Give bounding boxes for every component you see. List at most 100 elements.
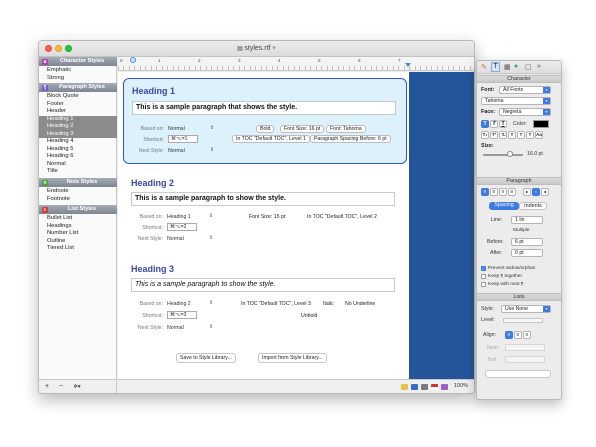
sidebar-item-footnote[interactable]: Footnote xyxy=(39,196,117,204)
zoom-level[interactable]: 100% xyxy=(454,383,468,389)
next-style-select[interactable]: Normal xyxy=(167,325,184,331)
list-text-field[interactable] xyxy=(505,356,545,363)
kerning-toggle[interactable]: T xyxy=(526,131,534,139)
sidebar-item-title[interactable]: Title xyxy=(39,168,117,176)
next-style-select[interactable]: Normal xyxy=(168,148,185,154)
font-collection-select[interactable]: All Fonts ▾ xyxy=(499,86,551,94)
superscript-toggle[interactable]: T² xyxy=(490,131,498,139)
italic-toggle[interactable]: T xyxy=(490,120,498,128)
text-direction-button[interactable]: ▸ xyxy=(523,188,531,196)
add-style-button[interactable]: + xyxy=(41,383,53,391)
import-from-style-library-button[interactable]: Import from Style Library... xyxy=(258,353,327,363)
list-stepper[interactable] xyxy=(485,370,551,378)
size-slider[interactable] xyxy=(483,154,523,156)
sidebar-item-outline[interactable]: Outline xyxy=(39,238,117,246)
text-direction-active-button[interactable]: ▪ xyxy=(532,188,540,196)
left-indent-marker[interactable] xyxy=(130,57,136,63)
text-format-icon[interactable]: T xyxy=(491,62,500,72)
line-mode-select[interactable]: Multiple xyxy=(513,228,530,233)
style-tag[interactable]: Italic xyxy=(323,301,334,307)
style-tag[interactable]: In TOC "Default TOC", Level 1 xyxy=(232,135,310,143)
sidebar-item-heading-4[interactable]: Heading 4 xyxy=(39,138,117,146)
sidebar-item-heading-2[interactable]: Heading 2 xyxy=(39,123,117,131)
list-align-center-button[interactable]: ≡ xyxy=(514,331,522,339)
size-value[interactable]: 16.0 pt xyxy=(527,151,543,157)
pencil-icon[interactable]: ✎ xyxy=(481,63,487,71)
style-tag[interactable]: Paragraph Spacing Before: 6 pt xyxy=(310,135,391,143)
list-style-select[interactable]: Use None ▾ xyxy=(501,305,551,313)
bold-toggle[interactable]: T xyxy=(481,120,489,128)
sidebar-item-footer[interactable]: Footer xyxy=(39,101,117,109)
style-tag[interactable]: In TOC "Default TOC", Level 3 xyxy=(241,301,311,307)
underline-toggle[interactable]: T xyxy=(499,120,507,128)
sidebar-item-endnote[interactable]: Endnote xyxy=(39,188,117,196)
shadow-toggle[interactable]: T xyxy=(517,131,525,139)
text-color-swatch[interactable] xyxy=(533,120,549,128)
size-slider-thumb[interactable] xyxy=(507,151,513,157)
character-section-header[interactable]: Character xyxy=(477,75,561,83)
before-value-field[interactable]: 6 pt xyxy=(511,238,543,246)
style-card-heading-1[interactable]: Heading 1 This is a sample paragraph tha… xyxy=(123,78,407,164)
sidebar-item-headings[interactable]: Headings xyxy=(39,223,117,231)
based-on-select[interactable]: Heading 1 xyxy=(167,214,191,220)
shortcut-field[interactable]: ⌘⌥=2 xyxy=(167,223,197,231)
align-left-button[interactable]: ≡ xyxy=(481,188,489,196)
align-justify-button[interactable]: ≡ xyxy=(508,188,516,196)
list-styles-header[interactable]: ≡ List Styles xyxy=(39,205,117,214)
sidebar-item-strong[interactable]: Strong xyxy=(39,75,117,83)
style-tag[interactable]: In TOC "Default TOC", Level 2 xyxy=(307,214,377,220)
style-tag[interactable]: Font Size: 15 pt xyxy=(249,214,285,220)
save-to-style-library-button[interactable]: Save to Style Library... xyxy=(176,353,236,363)
style-card-heading-2[interactable]: Heading 2 This is a sample paragraph to … xyxy=(123,172,407,246)
list-align-right-button[interactable]: ≡ xyxy=(523,331,531,339)
shortcut-field[interactable]: ⌘⌥=3 xyxy=(167,311,197,319)
style-tag[interactable]: Bold xyxy=(256,125,275,133)
keep-with-next-checkbox[interactable] xyxy=(481,282,486,287)
list-level-control[interactable] xyxy=(503,318,543,323)
strikethrough-toggle[interactable]: T̶ xyxy=(499,131,507,139)
settings-icon[interactable] xyxy=(421,384,428,390)
tab-spacing[interactable]: Spacing xyxy=(489,202,519,210)
font-face-select[interactable]: Negreta ▾ xyxy=(499,108,551,116)
sidebar-item-header[interactable]: Header xyxy=(39,108,117,116)
sidebar-item-emphatic[interactable]: Emphatic xyxy=(39,67,117,75)
list-align-left-button[interactable]: ≡ xyxy=(505,331,513,339)
prevent-widow-checkbox[interactable]: ✓ xyxy=(481,266,486,271)
align-center-button[interactable]: ≡ xyxy=(490,188,498,196)
after-value-field[interactable]: 0 pt xyxy=(511,249,543,257)
style-action-menu-button[interactable]: ✲▾ xyxy=(69,383,85,391)
paragraph-section-header[interactable]: Paragraph xyxy=(477,177,561,185)
font-family-select[interactable]: Tahoma ▾ xyxy=(481,97,551,105)
subscript-toggle[interactable]: T₂ xyxy=(481,131,489,139)
based-on-select[interactable]: Normal xyxy=(168,126,185,132)
paragraph-styles-header[interactable]: ¶ Paragraph Styles xyxy=(39,83,117,92)
next-style-select[interactable]: Normal xyxy=(167,236,184,242)
layout-icon[interactable] xyxy=(441,384,448,390)
text-direction-rtl-button[interactable]: ◂ xyxy=(541,188,549,196)
based-on-select[interactable]: Heading 2 xyxy=(167,301,191,307)
lists-section-header[interactable]: Lists xyxy=(477,293,561,301)
character-styles-header[interactable]: a Character Styles xyxy=(39,57,117,66)
page-icon[interactable]: ▢ xyxy=(525,63,532,71)
shortcut-field[interactable]: ⌘⌥=1 xyxy=(168,135,198,143)
ruler[interactable]: 0 1 2 3 4 5 6 7 xyxy=(118,57,474,71)
style-card-heading-3[interactable]: Heading 3 This is a sample paragraph to … xyxy=(123,258,407,336)
sidebar-item-heading-1[interactable]: Heading 1 xyxy=(39,115,117,123)
sidebar-item-heading-6[interactable]: Heading 6 xyxy=(39,153,117,161)
document-area[interactable]: Heading 1 This is a sample paragraph tha… xyxy=(118,72,409,379)
style-tag[interactable]: Unbold xyxy=(301,313,317,319)
more-panels-icon[interactable]: » xyxy=(537,63,541,70)
sidebar-item-heading-5[interactable]: Heading 5 xyxy=(39,146,117,154)
list-num-field[interactable] xyxy=(505,344,545,351)
keep-together-checkbox[interactable] xyxy=(481,274,486,279)
sidebar-item-heading-3[interactable]: Heading 3 xyxy=(39,130,117,138)
align-right-button[interactable]: ≡ xyxy=(499,188,507,196)
folder-icon[interactable] xyxy=(401,384,408,390)
style-tag[interactable]: Font Size: 16 pt xyxy=(280,125,325,133)
line-value-field[interactable]: 1 lin xyxy=(511,216,543,224)
sidebar-item-block-quote[interactable]: Block Quote xyxy=(39,93,117,101)
style-tag[interactable]: Font: Tahoma xyxy=(326,125,366,133)
document-stats-icon[interactable] xyxy=(411,384,418,390)
note-styles-header[interactable]: n Note Styles xyxy=(39,178,117,187)
outline-toggle[interactable]: T xyxy=(508,131,516,139)
